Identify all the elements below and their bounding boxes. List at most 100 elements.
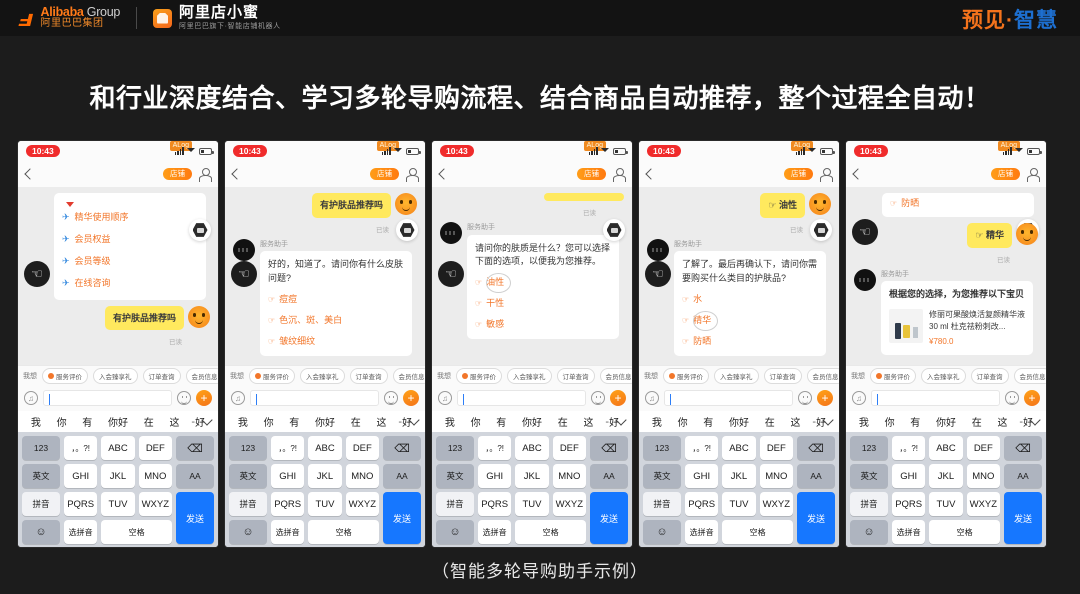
suggestion[interactable]: 这	[783, 414, 809, 429]
back-icon[interactable]	[231, 168, 243, 180]
chip-order-query[interactable]: 订单查询	[763, 367, 802, 384]
key-mno[interactable]: MNO	[966, 464, 1000, 488]
key-space[interactable]: 空格	[101, 520, 172, 544]
key-abc[interactable]: ABC	[101, 436, 135, 460]
key-123[interactable]: 123	[229, 436, 267, 460]
suggestion[interactable]: 在	[757, 414, 783, 429]
key-123[interactable]: 123	[850, 436, 888, 460]
message-input[interactable]	[871, 390, 1000, 406]
emoji-key-icon[interactable]: ☺	[436, 520, 474, 544]
message-input[interactable]	[43, 390, 172, 406]
key-english[interactable]: 英文	[22, 464, 60, 488]
key-english[interactable]: 英文	[643, 464, 681, 488]
chip-member-info[interactable]: 会员信息	[392, 367, 425, 384]
chip-member-gift[interactable]: 入会臻享礼	[921, 367, 966, 384]
chip-order-query[interactable]: 订单查询	[970, 367, 1009, 384]
add-icon[interactable]: +	[817, 390, 833, 406]
option-row[interactable]: ☞ 油性	[475, 276, 611, 290]
key-mno[interactable]: MNO	[345, 464, 379, 488]
suggestion[interactable]: 你	[49, 414, 75, 429]
key-wxyz[interactable]: WXYZ	[552, 492, 586, 516]
floating-hex-badge[interactable]	[396, 219, 418, 241]
chip-service-rating[interactable]: 服务评价	[42, 367, 88, 384]
key-select-pinyin[interactable]: 选拼音	[64, 520, 98, 544]
emoji-icon[interactable]	[591, 391, 605, 405]
key-tuv[interactable]: TUV	[308, 492, 342, 516]
key-def[interactable]: DEF	[138, 436, 172, 460]
key-jkl[interactable]: JKL	[929, 464, 963, 488]
suggestion[interactable]: 这	[990, 414, 1016, 429]
key-wxyz[interactable]: WXYZ	[138, 492, 172, 516]
key-case[interactable]: AA	[175, 464, 214, 488]
key-english[interactable]: 英文	[229, 464, 267, 488]
suggestion[interactable]: 你好	[721, 414, 757, 429]
message-input[interactable]	[664, 390, 793, 406]
key-wxyz[interactable]: WXYZ	[345, 492, 379, 516]
menu-item[interactable]: ✈ 精华使用顺序	[62, 211, 198, 225]
shop-pill-button[interactable]: 店铺	[163, 167, 192, 181]
key-jkl[interactable]: JKL	[101, 464, 135, 488]
key-pqrs[interactable]: PQRS	[892, 492, 926, 516]
key-space[interactable]: 空格	[722, 520, 793, 544]
menu-item[interactable]: ✈ 会员等级	[62, 255, 198, 269]
backspace-icon[interactable]: ⌫	[175, 436, 214, 460]
voice-icon[interactable]: ♫	[24, 391, 38, 405]
backspace-icon[interactable]: ⌫	[382, 436, 421, 460]
key-pinyin[interactable]: 拼音	[850, 492, 888, 516]
chip-member-gift[interactable]: 入会臻享礼	[93, 367, 138, 384]
key-punct[interactable]: ，。?!	[271, 436, 305, 460]
add-icon[interactable]: +	[610, 390, 626, 406]
key-select-pinyin[interactable]: 选拼音	[892, 520, 926, 544]
backspace-icon[interactable]: ⌫	[589, 436, 628, 460]
shop-pill-button[interactable]: 店铺	[577, 167, 606, 181]
key-ghi[interactable]: GHI	[271, 464, 305, 488]
key-def[interactable]: DEF	[966, 436, 1000, 460]
chip-order-query[interactable]: 订单查询	[142, 367, 181, 384]
chip-service-rating[interactable]: 服务评价	[249, 367, 295, 384]
chip-member-info[interactable]: 会员信息	[599, 367, 632, 384]
key-jkl[interactable]: JKL	[308, 464, 342, 488]
add-icon[interactable]: +	[1024, 390, 1040, 406]
option-row[interactable]: ☞ 水	[682, 293, 818, 307]
chip-order-query[interactable]: 订单查询	[556, 367, 595, 384]
add-icon[interactable]: +	[403, 390, 419, 406]
message-input[interactable]	[250, 390, 379, 406]
send-button[interactable]: 发送	[1003, 492, 1042, 544]
key-wxyz[interactable]: WXYZ	[759, 492, 793, 516]
key-mno[interactable]: MNO	[138, 464, 172, 488]
chip-order-query[interactable]: 订单查询	[349, 367, 388, 384]
option-row[interactable]: ☞ 色沉、斑、美白	[268, 314, 404, 328]
suggestion[interactable]: 我	[23, 414, 49, 429]
key-english[interactable]: 英文	[436, 464, 474, 488]
key-tuv[interactable]: TUV	[929, 492, 963, 516]
suggestion[interactable]: 在	[136, 414, 162, 429]
person-icon[interactable]	[405, 167, 419, 182]
suggestion[interactable]: 你	[670, 414, 696, 429]
option-row[interactable]: ☞ 皱纹细纹	[268, 335, 404, 349]
suggestion[interactable]: 你	[463, 414, 489, 429]
suggestion[interactable]: 有	[281, 414, 307, 429]
key-ghi[interactable]: GHI	[892, 464, 926, 488]
option-row[interactable]: ☞ 防晒	[682, 335, 818, 349]
back-icon[interactable]	[645, 168, 657, 180]
suggestion[interactable]: 你好	[307, 414, 343, 429]
shop-pill-button[interactable]: 店铺	[370, 167, 399, 181]
send-button[interactable]: 发送	[382, 492, 421, 544]
floating-hex-badge[interactable]	[810, 219, 832, 241]
chip-member-gift[interactable]: 入会臻享礼	[714, 367, 759, 384]
chip-member-info[interactable]: 会员信息	[1013, 367, 1046, 384]
suggestion[interactable]: 我	[437, 414, 463, 429]
key-123[interactable]: 123	[436, 436, 474, 460]
key-english[interactable]: 英文	[850, 464, 888, 488]
backspace-icon[interactable]: ⌫	[796, 436, 835, 460]
option-row[interactable]: ☞ 防晒	[890, 197, 1026, 211]
key-space[interactable]: 空格	[515, 520, 586, 544]
key-def[interactable]: DEF	[552, 436, 586, 460]
key-space[interactable]: 空格	[308, 520, 379, 544]
menu-item[interactable]: ✈ 在线咨询	[62, 277, 198, 291]
key-punct[interactable]: ，。?!	[892, 436, 926, 460]
key-tuv[interactable]: TUV	[515, 492, 549, 516]
send-button[interactable]: 发送	[589, 492, 628, 544]
key-tuv[interactable]: TUV	[722, 492, 756, 516]
key-def[interactable]: DEF	[345, 436, 379, 460]
